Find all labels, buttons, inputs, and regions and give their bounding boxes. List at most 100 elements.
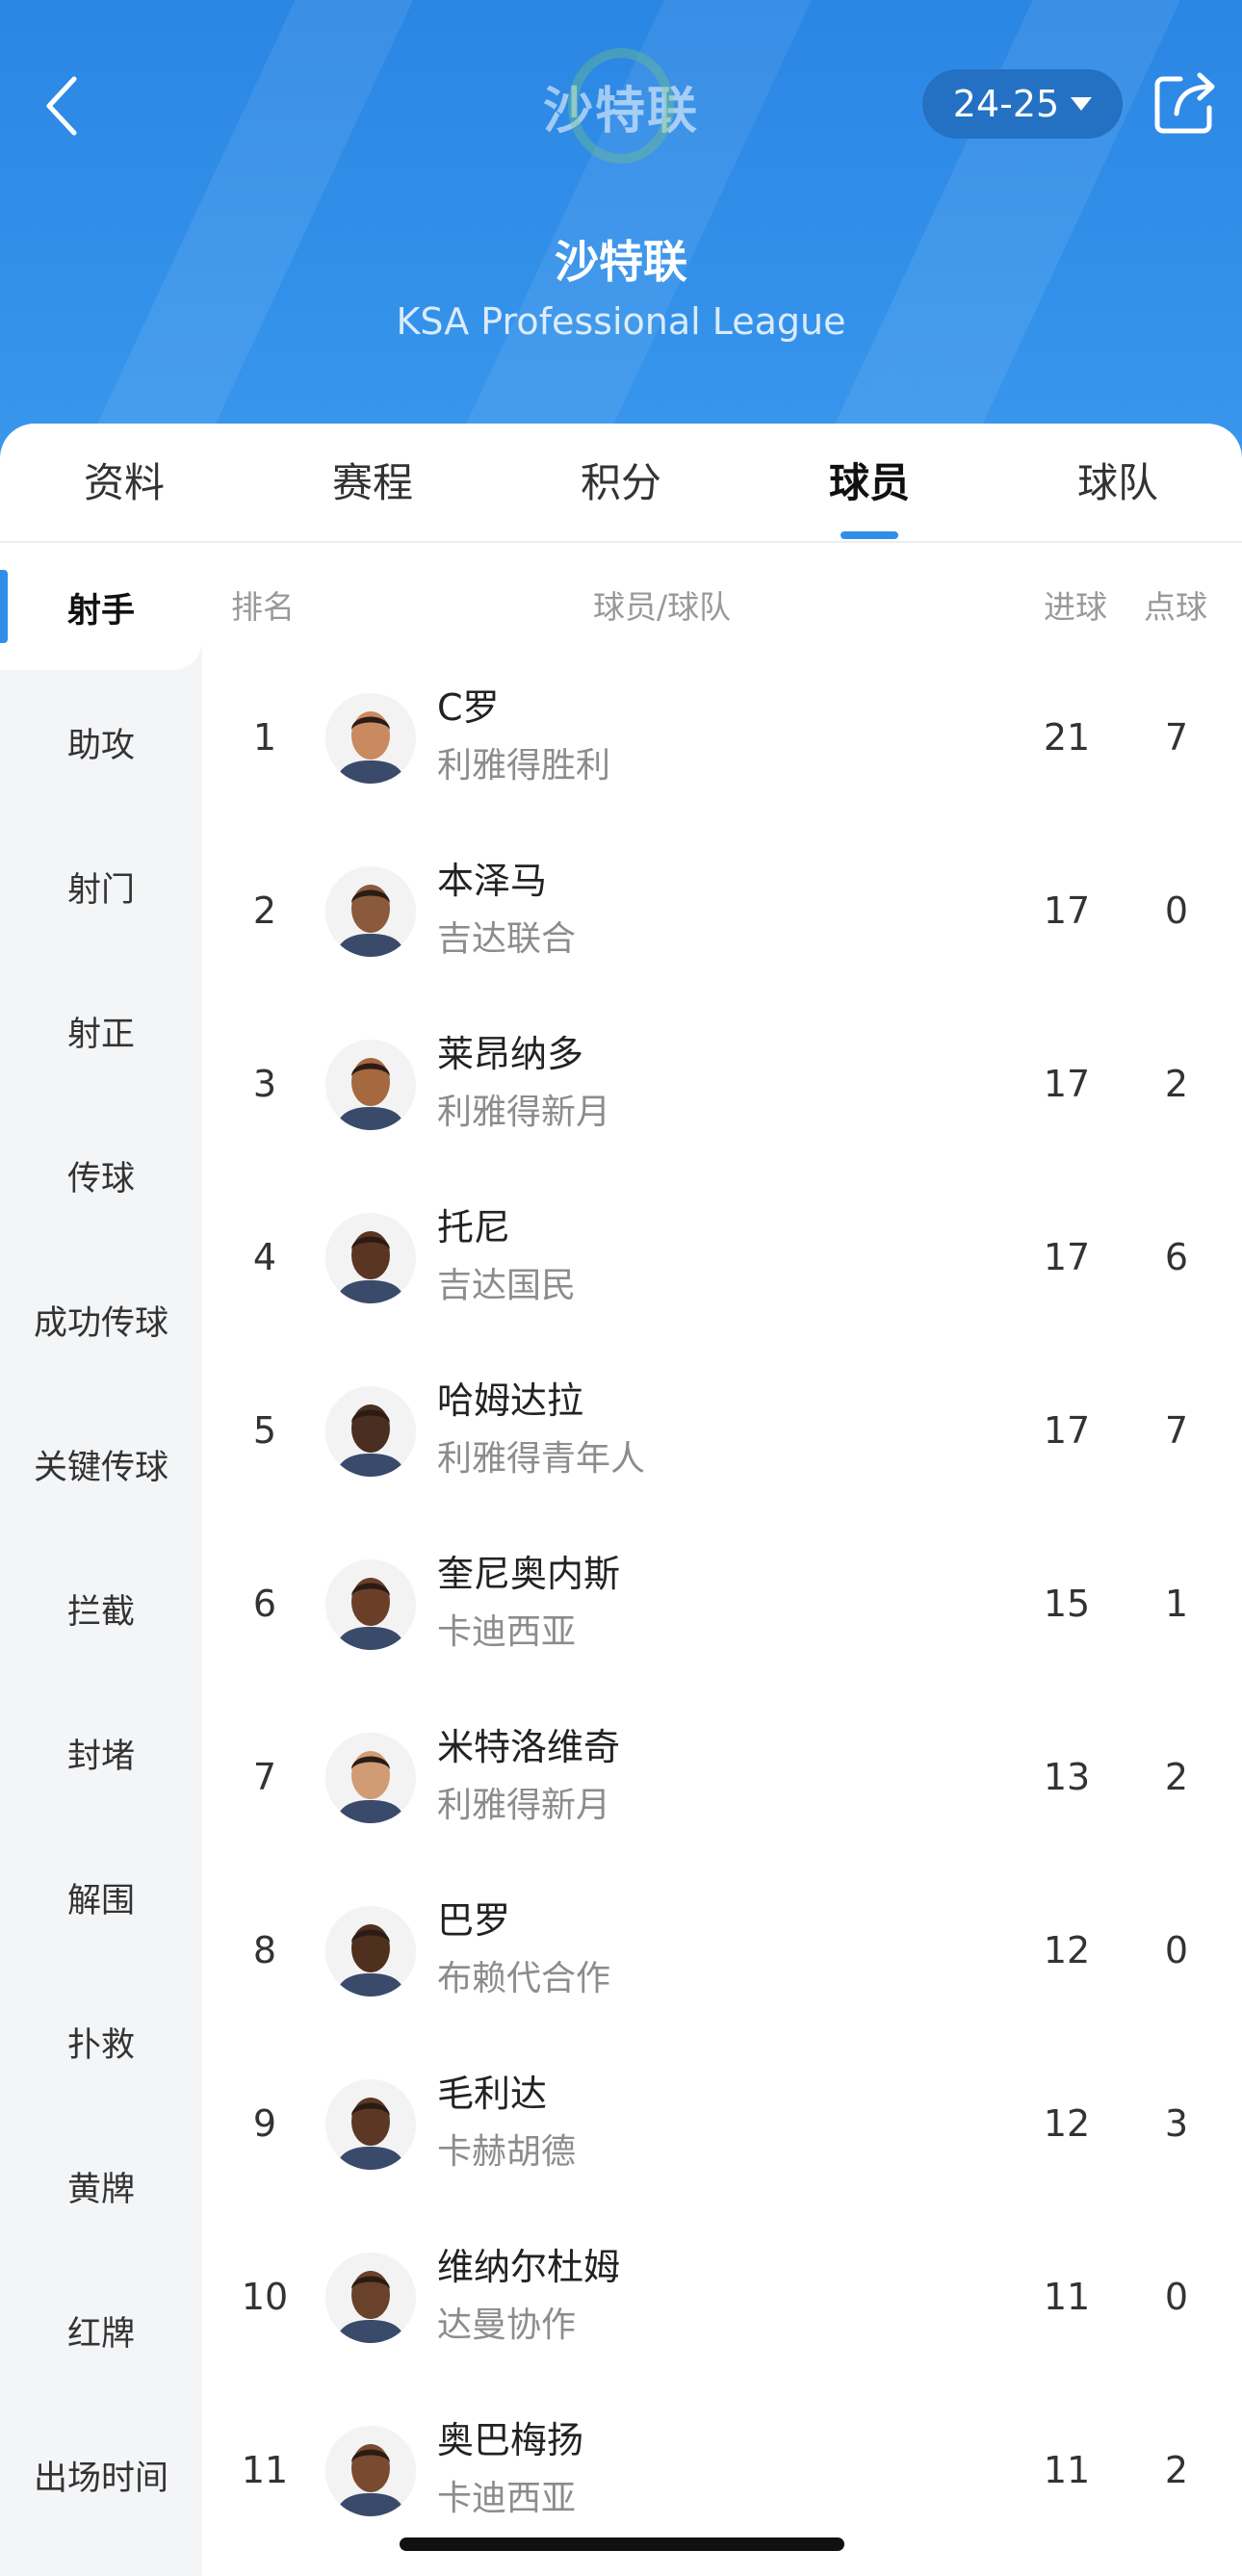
sidebar-item-shots[interactable]: 射门	[0, 814, 202, 959]
rank-value: 2	[252, 889, 277, 932]
content-card: 资料 赛程 积分 球员 球队 射手 助攻 射门 射正 传球 成功传球 关键传球 …	[0, 424, 1242, 2576]
back-button[interactable]	[39, 67, 87, 144]
sidebar-item-blocks[interactable]: 封堵	[0, 1681, 202, 1825]
team-name: 利雅得新月	[437, 1786, 611, 1825]
share-button[interactable]	[1151, 69, 1219, 137]
rank-value: 5	[252, 1409, 277, 1452]
player-avatar	[325, 1040, 416, 1130]
sidebar-item-passes[interactable]: 传球	[0, 1103, 202, 1248]
team-name: 布赖代合作	[437, 1959, 611, 1998]
rank-value: 4	[252, 1236, 277, 1278]
player-name[interactable]: 莱昂纳多	[437, 1024, 583, 1077]
penalties-value: 0	[1164, 2276, 1189, 2318]
penalties-value: 2	[1164, 1063, 1189, 1105]
goals-value: 17	[1043, 889, 1091, 932]
team-name: 达曼协作	[437, 2306, 577, 2345]
team-name: 卡赫胡德	[437, 2132, 577, 2172]
goals-value: 17	[1043, 1063, 1091, 1105]
player-name[interactable]: C罗	[437, 678, 500, 731]
sidebar-item-successful-passes[interactable]: 成功传球	[0, 1248, 202, 1392]
player-name[interactable]: 托尼	[437, 1198, 510, 1250]
column-header-penalties: 点球	[1144, 588, 1207, 626]
league-logo: 沙特联	[539, 39, 703, 173]
player-avatar	[325, 1386, 416, 1477]
tab-standings[interactable]: 积分	[497, 424, 745, 541]
sidebar-item-interceptions[interactable]: 拦截	[0, 1536, 202, 1681]
sidebar-item-saves[interactable]: 扑救	[0, 1970, 202, 2114]
sidebar-item-red-cards[interactable]: 红牌	[0, 2258, 202, 2403]
tab-players[interactable]: 球员	[745, 424, 994, 541]
player-avatar	[325, 2426, 416, 2516]
table-row[interactable]: 8 巴罗 布赖代合作 12 0	[202, 1864, 1242, 2037]
goals-value: 12	[1043, 1929, 1091, 1971]
penalties-value: 6	[1164, 1236, 1189, 1278]
player-photo-icon	[325, 693, 416, 784]
sidebar-item-minutes-played[interactable]: 出场时间	[0, 2403, 202, 2547]
rank-value: 11	[241, 2449, 289, 2491]
team-name: 卡迪西亚	[437, 1612, 577, 1652]
penalties-value: 2	[1164, 1756, 1189, 1798]
penalties-value: 2	[1164, 2449, 1189, 2491]
column-header-goals: 进球	[1044, 588, 1107, 626]
chevron-left-icon	[46, 76, 77, 136]
sidebar-item-clearances[interactable]: 解围	[0, 1825, 202, 1970]
table-row[interactable]: 2 本泽马 吉达联合 17 0	[202, 824, 1242, 997]
table-row[interactable]: 3 莱昂纳多 利雅得新月 17 2	[202, 997, 1242, 1171]
player-name[interactable]: 哈姆达拉	[437, 1371, 583, 1424]
table-row[interactable]: 5 哈姆达拉 利雅得青年人 17 7	[202, 1344, 1242, 1517]
sidebar-item-assists[interactable]: 助攻	[0, 670, 202, 814]
table-row[interactable]: 9 毛利达卡赫胡德 12 3	[202, 2037, 1242, 2210]
logo-ring	[568, 48, 674, 164]
league-subtitle: KSA Professional League	[396, 300, 846, 343]
share-icon	[1154, 72, 1215, 134]
sidebar-item-key-passes[interactable]: 关键传球	[0, 1392, 202, 1536]
player-avatar	[325, 866, 416, 957]
season-selector[interactable]: 24-25	[922, 69, 1123, 139]
player-avatar	[325, 1906, 416, 1996]
player-name[interactable]: 毛利达	[437, 2064, 547, 2117]
goals-value: 12	[1043, 2102, 1091, 2145]
rank-value: 7	[252, 1756, 277, 1798]
sidebar-item-scorers[interactable]: 射手	[0, 545, 202, 670]
player-avatar	[325, 1733, 416, 1823]
tab-info[interactable]: 资料	[0, 424, 248, 541]
player-avatar	[325, 1213, 416, 1303]
player-avatar	[325, 2253, 416, 2343]
column-header-rank: 排名	[231, 588, 295, 626]
tab-schedule[interactable]: 赛程	[248, 424, 497, 541]
table-row[interactable]: 6 奎尼奥内斯 卡迪西亚 15 1	[202, 1517, 1242, 1690]
caret-down-icon	[1071, 97, 1093, 111]
table-row[interactable]: 11 奥巴梅扬 卡迪西亚 11 2	[202, 2383, 1242, 2557]
player-photo-icon	[325, 1213, 416, 1303]
rank-value: 8	[252, 1929, 277, 1971]
rank-value: 3	[252, 1063, 277, 1105]
penalties-value: 1	[1164, 1583, 1189, 1625]
table-row[interactable]: 4 托尼 吉达国民 17 6	[202, 1171, 1242, 1344]
player-photo-icon	[325, 1733, 416, 1823]
home-indicator	[400, 2537, 844, 2551]
table-row[interactable]: 1 C罗 利雅得胜利 21 7	[202, 651, 1242, 824]
rank-value: 1	[252, 716, 277, 759]
player-name[interactable]: 奥巴梅扬	[437, 2410, 583, 2463]
goals-value: 11	[1043, 2276, 1091, 2318]
table-row[interactable]: 7 米特洛维奇利雅得新月 13 2	[202, 1690, 1242, 1864]
player-name[interactable]: 巴罗	[437, 1891, 510, 1944]
column-header-player: 球员/球队	[593, 588, 732, 626]
player-photo-icon	[325, 1386, 416, 1477]
sidebar-item-shots-on-target[interactable]: 射正	[0, 959, 202, 1103]
goals-value: 15	[1043, 1583, 1091, 1625]
goals-value: 11	[1043, 2449, 1091, 2491]
team-name: 利雅得青年人	[437, 1439, 646, 1479]
tab-teams[interactable]: 球队	[994, 424, 1242, 541]
player-name[interactable]: 奎尼奥内斯	[437, 1544, 620, 1597]
player-name[interactable]: 米特洛维奇	[437, 1717, 620, 1770]
rank-value: 9	[252, 2102, 277, 2145]
goals-value: 13	[1043, 1756, 1091, 1798]
goals-value: 21	[1043, 716, 1091, 759]
penalties-value: 3	[1164, 2102, 1189, 2145]
player-name[interactable]: 维纳尔杜姆	[437, 2237, 620, 2290]
table-row[interactable]: 10 维纳尔杜姆 达曼协作 11 0	[202, 2210, 1242, 2383]
player-name[interactable]: 本泽马	[437, 851, 547, 904]
penalties-value: 7	[1164, 1409, 1189, 1452]
sidebar-item-yellow-cards[interactable]: 黄牌	[0, 2114, 202, 2258]
